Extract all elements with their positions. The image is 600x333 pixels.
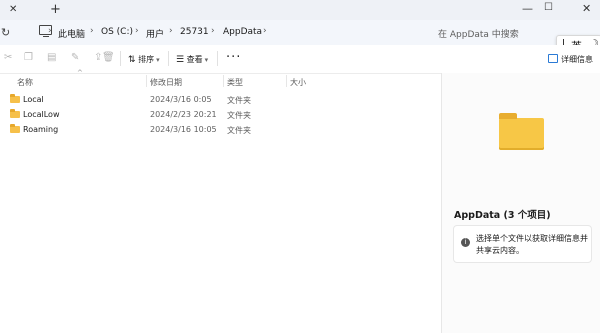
breadcrumb-users[interactable]: 用户 (146, 27, 164, 40)
folder-icon (10, 109, 20, 118)
file-modified: 2024/2/23 20:21 (150, 110, 217, 119)
breadcrumb-chevron-icon[interactable]: › (48, 26, 52, 36)
breadcrumb-chevron-icon[interactable]: › (263, 26, 267, 36)
new-tab-plus-icon[interactable]: + (50, 2, 61, 17)
folder-icon (10, 94, 20, 103)
address-bar: ↻ › 此电脑 › OS (C:) › 用户 › 25731 › AppData… (0, 20, 600, 45)
info-text: 选择单个文件以获取详细信息并共享云内容。 (476, 234, 588, 255)
toolbar-divider (120, 51, 121, 66)
preview-title: AppData (3 个项目) (454, 210, 551, 221)
delete-icon[interactable]: 🗑 (102, 52, 115, 63)
details-label: 详细信息 (561, 55, 593, 64)
breadcrumb-chevron-icon[interactable]: › (211, 26, 215, 36)
cut-icon[interactable]: ✂ (4, 52, 12, 63)
folder-icon (10, 124, 20, 133)
minimize-icon[interactable]: — (522, 2, 533, 15)
details-pane-icon (548, 54, 558, 63)
breadcrumb-chevron-icon[interactable]: › (90, 26, 94, 36)
rename-icon[interactable]: ✎ (71, 52, 79, 63)
details-pane: AppData (3 个项目) i 选择单个文件以获取详细信息并共享云内容。 (441, 73, 600, 333)
refresh-icon[interactable]: ↻ (1, 26, 10, 39)
search-input[interactable]: 在 AppData 中搜索 (438, 27, 519, 40)
chevron-down-icon: ▾ (204, 56, 209, 64)
info-icon: i (461, 238, 470, 247)
sort-ascending-icon: ^ (77, 69, 83, 77)
sort-label: 排序 (138, 55, 155, 64)
file-name: LocalLow (23, 110, 60, 119)
more-options-button[interactable]: ··· (226, 50, 241, 65)
details-pane-button[interactable]: 详细信息 (548, 54, 593, 65)
file-row[interactable]: Local 2024/3/16 0:05 文件夹 (0, 93, 440, 107)
copy-icon[interactable]: ❐ (24, 52, 33, 63)
breadcrumb-user-folder[interactable]: 25731 (180, 27, 209, 37)
view-icon: ☰ (176, 55, 185, 65)
sort-icon: ⇅ (128, 55, 136, 65)
breadcrumb-this-pc[interactable]: 此电脑 (58, 27, 85, 40)
sort-button[interactable]: ⇅ 排序 ▾ (128, 54, 160, 65)
toolbar-divider (217, 51, 218, 66)
breadcrumb-chevron-icon[interactable]: › (135, 26, 139, 36)
column-divider[interactable] (146, 75, 147, 87)
large-folder-icon (499, 113, 544, 150)
column-divider[interactable] (223, 75, 224, 87)
file-row[interactable]: LocalLow 2024/2/23 20:21 文件夹 (0, 108, 440, 122)
breadcrumb-chevron-icon[interactable]: › (169, 26, 173, 36)
command-bar: ✂ ❐ ▤ ✎ ⇪ 🗑 ⇅ 排序 ▾ ☰ 查看 ▾ ··· 详细信息 (0, 45, 600, 74)
file-type: 文件夹 (227, 126, 251, 135)
maximize-icon[interactable]: ☐ (544, 2, 553, 13)
file-name: Roaming (23, 125, 59, 134)
breadcrumb-os-c[interactable]: OS (C:) (101, 27, 133, 37)
view-label: 查看 (186, 55, 203, 64)
file-type: 文件夹 (227, 96, 251, 105)
file-row[interactable]: Roaming 2024/3/16 10:05 文件夹 (0, 123, 440, 137)
column-header-size[interactable]: 大小 (290, 77, 306, 88)
column-header-modified[interactable]: 修改日期 (150, 77, 182, 88)
title-bar: ✕ + — ☐ ✕ (0, 0, 600, 20)
column-header-name[interactable]: 名称 (17, 77, 33, 88)
file-modified: 2024/3/16 10:05 (150, 125, 217, 134)
file-modified: 2024/3/16 0:05 (150, 95, 212, 104)
info-card: i 选择单个文件以获取详细信息并共享云内容。 (453, 225, 592, 263)
chevron-down-icon: ▾ (156, 56, 160, 64)
file-name: Local (23, 95, 44, 104)
file-type: 文件夹 (227, 111, 251, 120)
column-divider[interactable] (286, 75, 287, 87)
view-button[interactable]: ☰ 查看 ▾ (176, 54, 208, 65)
toolbar-divider (168, 51, 169, 66)
close-tab-icon[interactable]: ✕ (9, 4, 17, 15)
close-window-icon[interactable]: ✕ (582, 2, 591, 15)
column-header-type[interactable]: 类型 (227, 77, 243, 88)
breadcrumb-appdata[interactable]: AppData (223, 27, 262, 37)
paste-icon[interactable]: ▤ (47, 52, 56, 63)
